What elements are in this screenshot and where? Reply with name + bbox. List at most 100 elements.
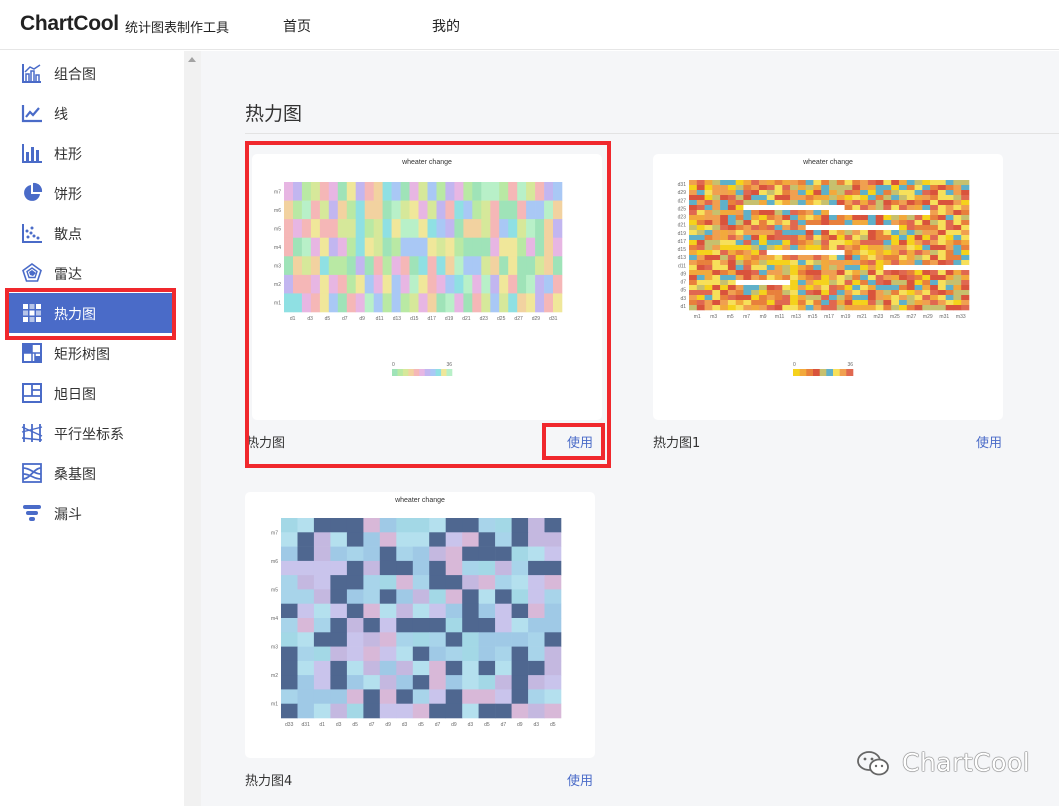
template-card-heatmap-4[interactable]: wheater change m7 m6 m5 m4 m3 m2 m1 d33 d31 d1 d3 d5… [245,492,595,758]
heatmap-cell [727,290,736,296]
heatmap-cell [712,285,721,291]
x-tick-label: d7 [369,722,375,728]
heatmap-cell [829,235,838,241]
heatmap-cell [766,190,775,196]
heatmap-cell [953,285,962,291]
heatmap-cell [906,255,915,261]
heatmap-cell [751,260,760,266]
heatmap-cell [720,255,729,261]
heatmap-cell [704,300,713,306]
heatmap-cell [829,210,838,216]
heatmap-cell [689,280,698,286]
heatmap-cell [860,225,869,231]
sidebar-item-sankey[interactable]: 桑基图 [8,453,176,493]
brand-logo[interactable]: ChartCool [20,12,119,36]
heatmap-cell [528,660,545,676]
nav-home[interactable]: 首页 [283,16,311,36]
heatmap-cell [836,255,845,261]
heatmap-cell [914,205,923,211]
heatmap-cell [495,560,512,576]
heatmap-cell [735,215,744,221]
scroll-up-arrow-icon[interactable] [188,57,196,62]
heatmap-cell [396,546,414,562]
heatmap-cell [743,270,752,276]
sidebar-item-pie[interactable]: 饼形 [8,173,176,213]
heatmap-cell [852,295,861,301]
heatmap-cell [743,275,752,281]
heatmap-cell [330,518,348,533]
heatmap-cell [805,285,814,291]
sidebar-item-radar[interactable]: 雷达 [8,253,176,293]
heatmap-cell [544,703,562,719]
heatmap-cell [396,632,414,647]
sidebar-item-funnel[interactable]: 漏斗 [8,493,176,533]
heatmap-cell [836,230,845,236]
heatmap-cell [860,245,869,251]
heatmap-cell [346,703,364,719]
heatmap-cell [782,260,791,266]
sidebar-item-parallel[interactable]: 平行坐标系 [8,413,176,453]
top-bar: ChartCool 统计图表制作工具 首页 我的 [0,0,1059,50]
use-button[interactable]: 使用 [976,432,1002,451]
heatmap-cell [751,275,760,281]
heatmap-cell [805,185,814,191]
heatmap-cell [774,205,783,211]
heatmap-cell [689,275,698,281]
heatmap-cell [930,305,939,311]
heatmap-cell [875,225,884,231]
heatmap-cell [735,240,744,246]
heatmap-cell [766,255,775,261]
x-tick-label: m21 [857,314,867,320]
heatmap-cell [330,618,348,633]
heatmap-cell [953,250,962,256]
heatmap-cell [379,675,397,690]
sidebar-scrollbar[interactable] [184,51,201,806]
heatmap-cell [945,305,954,311]
heatmap-cell [945,285,954,291]
heatmap-cell [899,240,908,246]
use-button[interactable]: 使用 [567,770,593,789]
heatmap-cell [860,220,869,226]
heatmap-cell [922,255,931,261]
heatmap-cell [720,195,729,201]
x-tick-label: m13 [791,314,801,320]
heatmap-cell [805,270,814,276]
heatmap-cell [412,532,430,547]
heatmap-cell [797,185,806,191]
heatmap-cell [751,180,760,186]
heatmap-cell [774,260,783,266]
y-tick-label: m5 [271,587,278,593]
sidebar-item-line[interactable]: 线 [8,93,176,133]
heatmap-cell [720,260,729,266]
heatmap-cell [727,240,736,246]
template-card-heatmap-1[interactable]: wheater change d31 d29 d27 d25 d23 d21 d19 d17 d1… [653,154,1003,420]
heatmap-cell [790,260,799,266]
nav-mine[interactable]: 我的 [432,16,460,36]
heatmap-cell [891,240,900,246]
heatmap-cell [759,270,768,276]
sidebar-item-bar[interactable]: 柱形 [8,133,176,173]
heatmap-cell [953,210,962,216]
heatmap-cell [899,235,908,241]
heatmap-cell [379,689,397,704]
heatmap-cell [891,210,900,216]
heatmap-cell [313,618,331,633]
sidebar-item-scatter[interactable]: 散点 [8,213,176,253]
heatmap-cell [544,575,562,590]
y-tick-label: d13 [678,255,687,261]
heatmap-cell [782,210,791,216]
heatmap-cell [899,255,908,261]
heatmap-cell [790,185,799,191]
heatmap-cell [883,245,892,251]
heatmap-cell [860,285,869,291]
heatmap-cell [937,210,946,216]
sidebar-item-combo[interactable]: 组合图 [8,53,176,93]
heatmap-cell [906,230,915,236]
heatmap-cell [875,190,884,196]
sidebar-item-sunburst[interactable]: 旭日图 [8,373,176,413]
heatmap-cell [836,185,845,191]
heatmap-cell [727,295,736,301]
heatmap-cell [852,240,861,246]
heatmap-cell [821,235,830,241]
heatmap-cell [961,190,970,196]
